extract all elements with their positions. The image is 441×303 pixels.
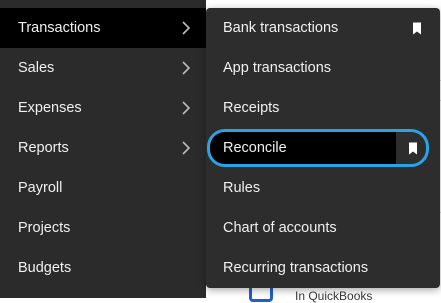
submenu-item-label: Bank transactions xyxy=(223,20,339,36)
transactions-submenu: Bank transactions App transactions Recei… xyxy=(206,8,440,288)
submenu-item-label: Receipts xyxy=(223,100,280,116)
left-navigation: Transactions Sales Expenses Reports Payr… xyxy=(0,0,206,298)
submenu-item-receipts[interactable]: Receipts xyxy=(206,88,440,128)
submenu-item-rules[interactable]: Rules xyxy=(206,168,440,208)
submenu-item-app-transactions[interactable]: App transactions xyxy=(206,48,440,88)
submenu-item-bank-transactions[interactable]: Bank transactions xyxy=(206,8,440,48)
chevron-right-icon xyxy=(182,101,191,115)
page-partial-text: In QuickBooks xyxy=(295,289,373,303)
nav-item-budgets[interactable]: Budgets xyxy=(0,248,206,288)
submenu-item-label: Rules xyxy=(223,180,261,196)
chevron-right-icon xyxy=(182,61,191,75)
chevron-right-icon xyxy=(182,141,191,155)
submenu-item-label: Chart of accounts xyxy=(223,220,337,236)
nav-item-sales[interactable]: Sales xyxy=(0,48,206,88)
submenu-item-label: Reconcile xyxy=(223,140,287,156)
nav-item-expenses[interactable]: Expenses xyxy=(0,88,206,128)
nav-item-label: Budgets xyxy=(18,260,72,276)
nav-item-reports[interactable]: Reports xyxy=(0,128,206,168)
nav-item-label: Projects xyxy=(18,220,71,236)
nav-item-payroll[interactable]: Payroll xyxy=(0,168,206,208)
chevron-right-icon xyxy=(182,21,191,35)
submenu-item-chart-of-accounts[interactable]: Chart of accounts xyxy=(206,208,440,248)
submenu-item-reconcile[interactable]: Reconcile xyxy=(207,129,429,167)
nav-item-transactions[interactable]: Transactions xyxy=(0,8,206,48)
bookmark-icon[interactable] xyxy=(412,22,422,35)
submenu-item-recurring-transactions[interactable]: Recurring transactions xyxy=(206,248,440,288)
submenu-item-label: App transactions xyxy=(223,60,332,76)
bookmark-icon[interactable] xyxy=(408,142,418,155)
submenu-item-label: Recurring transactions xyxy=(223,260,369,276)
nav-item-projects[interactable]: Projects xyxy=(0,208,206,248)
nav-item-label: Payroll xyxy=(18,180,63,196)
